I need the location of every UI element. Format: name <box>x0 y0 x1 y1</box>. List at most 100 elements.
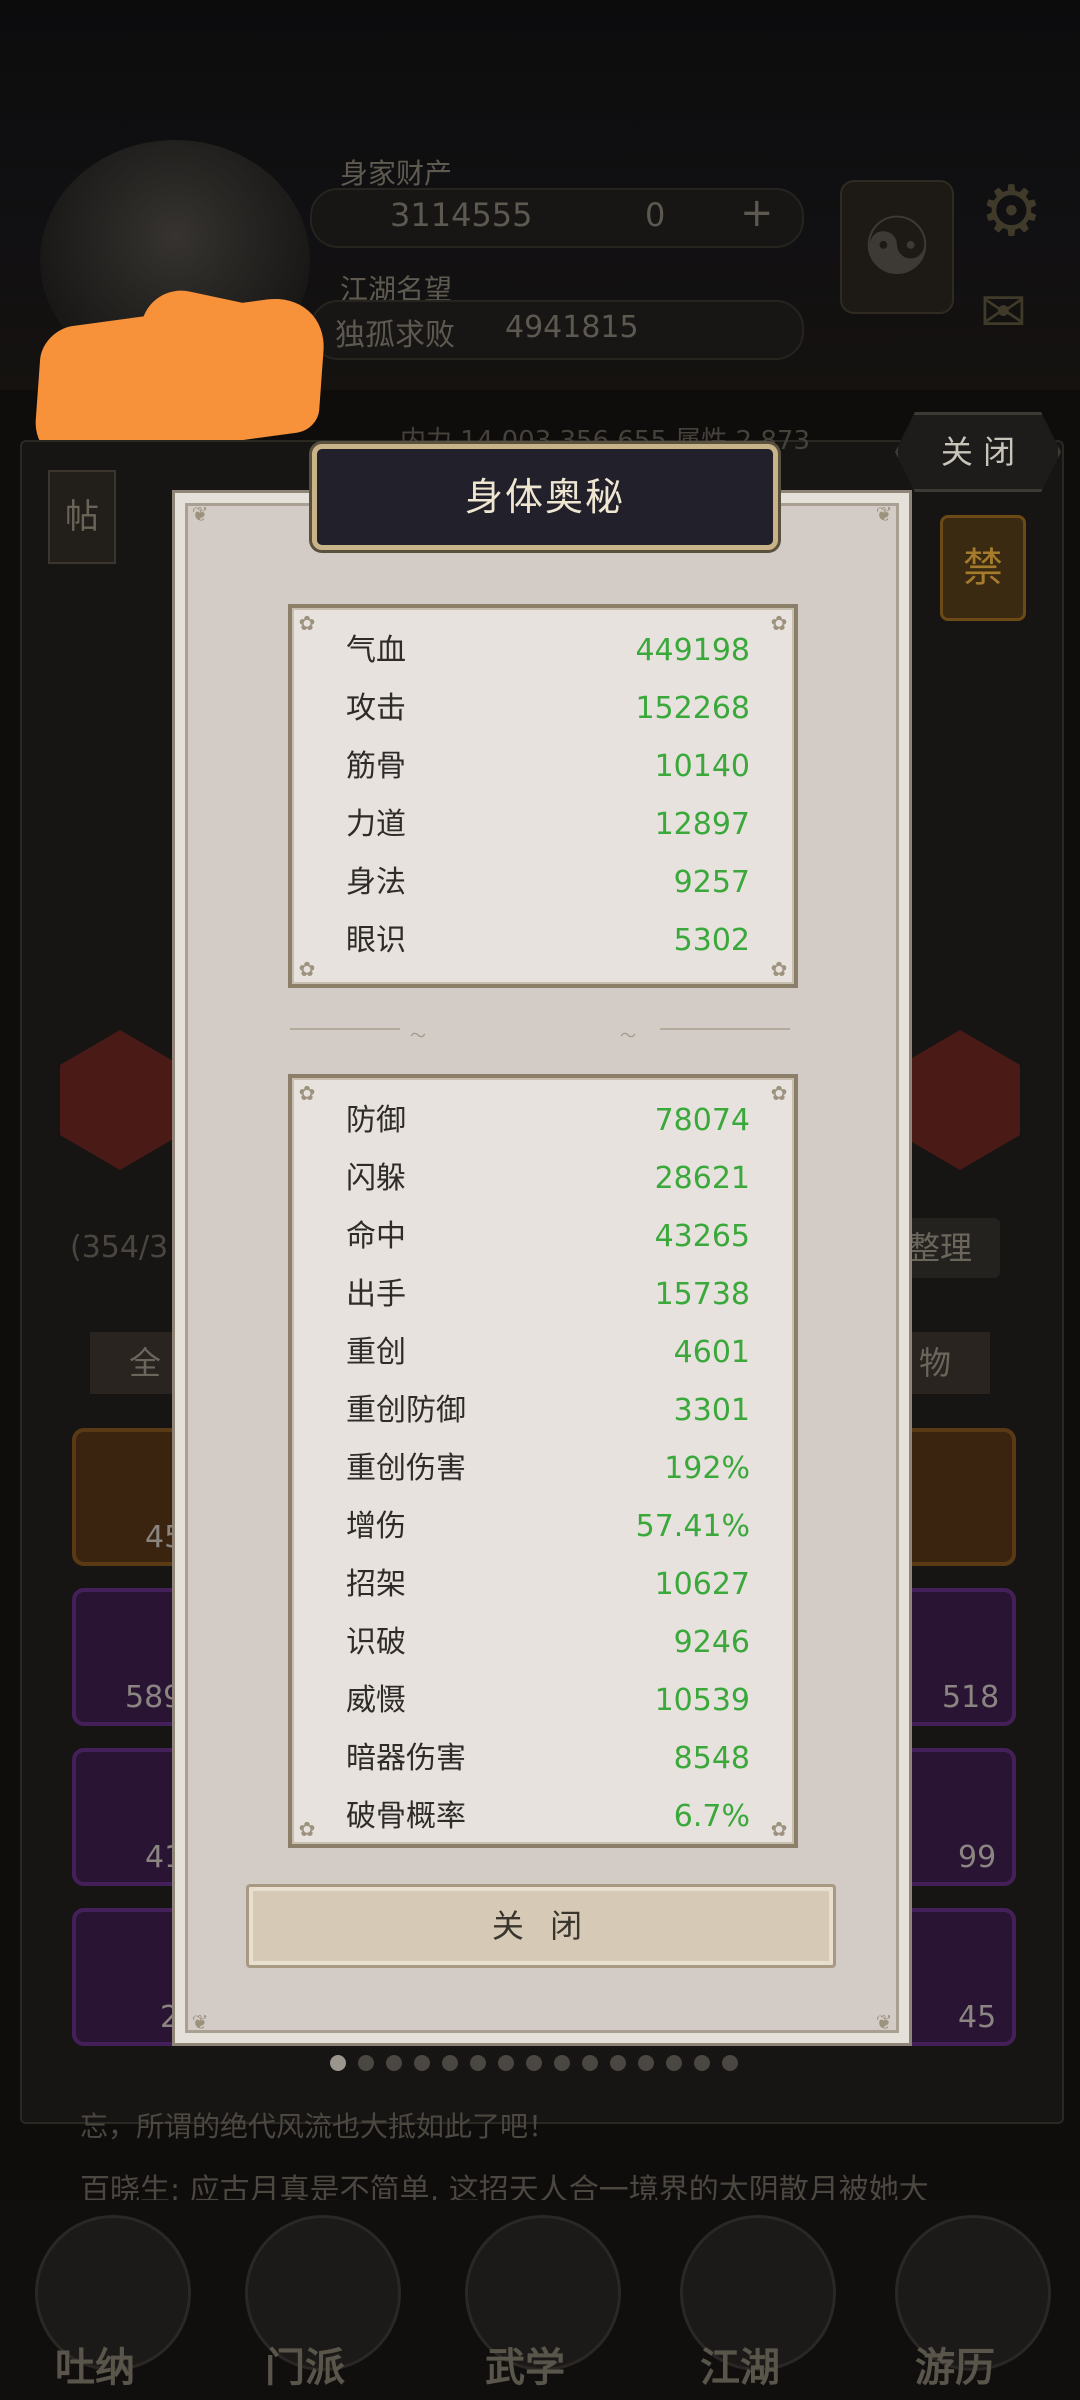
stat-value: 28621 <box>654 1161 750 1196</box>
stat-value: 57.41% <box>635 1509 750 1544</box>
stat-row: 威慑 10539 <box>346 1672 750 1730</box>
stat-row: 招架 10627 <box>346 1556 750 1614</box>
corner-ornament: ✿ <box>298 1817 316 1841</box>
stat-row: 出手 15738 <box>346 1266 750 1324</box>
stat-row: 气血 449198 <box>346 622 750 680</box>
page-dot[interactable] <box>638 2055 654 2071</box>
stat-label: 气血 <box>346 633 406 668</box>
stat-row: 重创伤害 192% <box>346 1440 750 1498</box>
stat-row: 暗器伤害 8548 <box>346 1730 750 1788</box>
stat-row: 重创防御 3301 <box>346 1382 750 1440</box>
add-currency-icon[interactable]: + <box>740 190 774 236</box>
page-dot[interactable] <box>582 2055 598 2071</box>
nav-label: 江湖 <box>700 2345 780 2391</box>
wealth-label: 身家财产 <box>340 157 453 190</box>
mail-icon[interactable]: ✉ <box>980 280 1027 345</box>
nav-label: 游历 <box>915 2345 995 2391</box>
page-dot[interactable] <box>498 2055 514 2071</box>
fame-value: 4941815 <box>505 310 639 345</box>
stat-label: 攻击 <box>346 691 406 726</box>
stat-value: 449198 <box>635 633 750 668</box>
stat-value: 15738 <box>654 1277 750 1312</box>
page-dot[interactable] <box>694 2055 710 2071</box>
stat-row: 攻击 152268 <box>346 680 750 738</box>
stat-value: 12897 <box>654 807 750 842</box>
stat-row: 眼识 5302 <box>346 912 750 970</box>
corner-ornament: ✿ <box>298 611 316 635</box>
corner-ornament: ❦ <box>191 502 209 526</box>
item-count: 99 <box>958 1840 997 1875</box>
stat-value: 10539 <box>654 1683 750 1718</box>
page-dot[interactable] <box>386 2055 402 2071</box>
page-dot[interactable] <box>442 2055 458 2071</box>
page-dot[interactable] <box>330 2055 346 2071</box>
corner-ornament: ❦ <box>875 2010 893 2034</box>
corner-ornament: ✿ <box>298 957 316 981</box>
primary-stats-box: ✿ ✿ ✿ ✿ 气血 449198 攻击 152268 筋骨 10140 力道 1289… <box>288 604 798 988</box>
stat-value: 152268 <box>635 691 750 726</box>
page-dot[interactable] <box>722 2055 738 2071</box>
corner-ornament: ❦ <box>191 2010 209 2034</box>
close-button[interactable]: 关 闭 <box>246 1884 836 1968</box>
stat-label: 闪躲 <box>346 1161 406 1196</box>
item-count: 518 <box>942 1680 1000 1715</box>
stat-value: 5302 <box>673 923 750 958</box>
stat-row: 闪躲 28621 <box>346 1150 750 1208</box>
corner-ornament: ✿ <box>298 1081 316 1105</box>
stat-value: 10627 <box>654 1567 750 1602</box>
stat-row: 增伤 57.41% <box>346 1498 750 1556</box>
corner-ornament: ❦ <box>875 502 893 526</box>
page-dot[interactable] <box>610 2055 626 2071</box>
item-count: 45 <box>958 2000 997 2035</box>
stat-label: 破骨概率 <box>346 1799 466 1834</box>
section-divider: 〜 〜 <box>290 1022 790 1045</box>
background-close-button[interactable]: 关 闭 <box>895 412 1061 492</box>
stat-label: 威慑 <box>346 1683 406 1718</box>
stat-label: 重创伤害 <box>346 1451 466 1486</box>
corner-ornament: ✿ <box>770 611 788 635</box>
page-dot[interactable] <box>666 2055 682 2071</box>
stat-row: 识破 9246 <box>346 1614 750 1672</box>
stat-label: 身法 <box>346 865 406 900</box>
stat-label: 筋骨 <box>346 749 406 784</box>
inventory-count: (354/3 <box>70 1230 169 1265</box>
fame-title: 独孤求败 <box>335 318 455 353</box>
stat-label: 命中 <box>346 1219 406 1254</box>
gear-icon[interactable]: ⚙ <box>980 170 1043 252</box>
stat-label: 防御 <box>346 1103 406 1138</box>
page-dot[interactable] <box>414 2055 430 2071</box>
corner-ornament: ✿ <box>770 1817 788 1841</box>
nav-label: 门派 <box>265 2345 345 2391</box>
nav-label: 武学 <box>485 2345 565 2391</box>
taiji-icon[interactable]: ☯ <box>840 180 954 314</box>
stat-value: 192% <box>664 1451 750 1486</box>
stat-row: 防御 78074 <box>346 1092 750 1150</box>
stat-label: 招架 <box>346 1567 406 1602</box>
stat-label: 暗器伤害 <box>346 1741 466 1776</box>
stat-value: 78074 <box>654 1103 750 1138</box>
stat-label: 出手 <box>346 1277 406 1312</box>
nav-label: 吐纳 <box>55 2345 135 2391</box>
stat-label: 识破 <box>346 1625 406 1660</box>
stat-label: 增伤 <box>346 1509 406 1544</box>
secondary-stats-list[interactable]: ✿ ✿ ✿ ✿ 防御 78074 闪躲 28621 命中 43265 出手 15738 … <box>288 1074 798 1848</box>
stat-value: 9246 <box>673 1625 750 1660</box>
chat-line: 忘，所谓的绝代风流也大抵如此了吧！ <box>80 2110 557 2143</box>
stat-label: 重创防御 <box>346 1393 466 1428</box>
stat-value: 8548 <box>673 1741 750 1776</box>
page-dot[interactable] <box>470 2055 486 2071</box>
stat-value: 3301 <box>673 1393 750 1428</box>
tie-button[interactable]: 帖 <box>48 470 116 564</box>
stat-row: 力道 12897 <box>346 796 750 854</box>
page-dot[interactable] <box>526 2055 542 2071</box>
seal-badge[interactable]: 禁 <box>940 515 1026 621</box>
modal-title: 身体奥秘 <box>464 475 625 519</box>
page-dot[interactable] <box>358 2055 374 2071</box>
stat-value: 6.7% <box>673 1799 750 1834</box>
wealth-bar <box>310 188 804 248</box>
stat-row: 身法 9257 <box>346 854 750 912</box>
page-dot[interactable] <box>554 2055 570 2071</box>
stat-value: 10140 <box>654 749 750 784</box>
stat-value: 4601 <box>673 1335 750 1370</box>
stat-label: 重创 <box>346 1335 406 1370</box>
